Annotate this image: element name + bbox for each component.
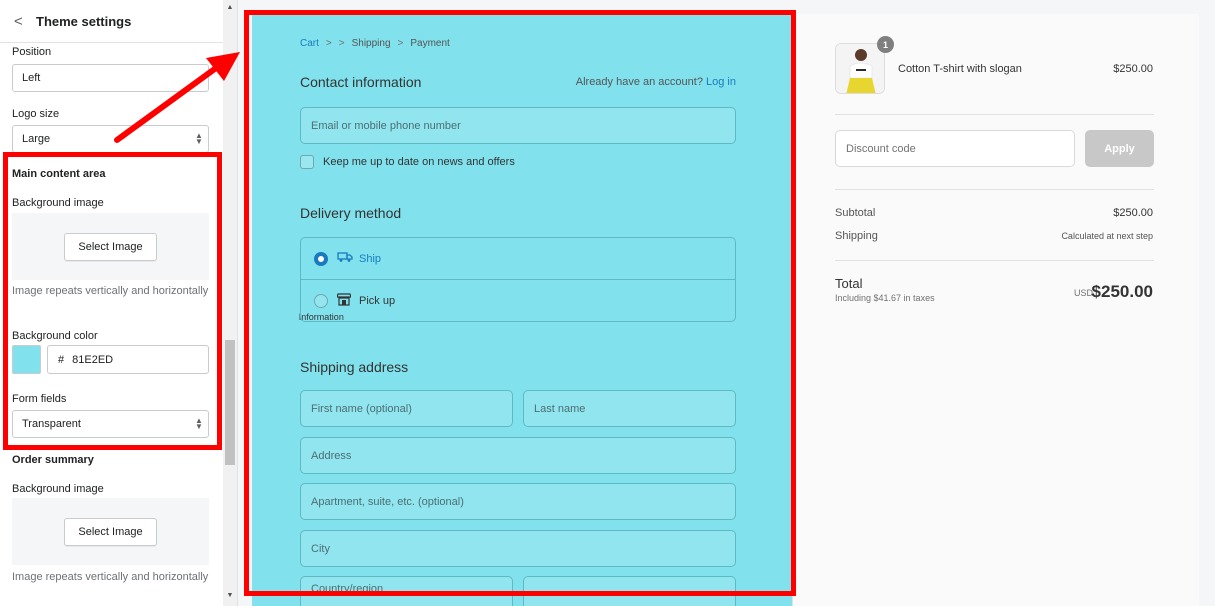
- logo-size-value: Large: [22, 133, 51, 145]
- truck-icon: [337, 251, 353, 266]
- theme-settings-sidebar: < Theme settings Position Left Logo size…: [0, 0, 238, 606]
- delivery-option-ship[interactable]: Ship: [301, 238, 735, 280]
- logo-size-label: Logo size: [12, 108, 60, 120]
- delivery-options: Ship Pick up: [300, 237, 736, 322]
- apartment-field[interactable]: Apartment, suite, etc. (optional): [300, 483, 736, 520]
- breadcrumb: Cart > Information > Shipping > Payment: [299, 38, 450, 322]
- pickup-label: Pick up: [359, 295, 396, 307]
- total-value: $250.00: [1091, 282, 1153, 301]
- sidebar-scroll-thumb[interactable]: [225, 340, 235, 465]
- city-placeholder: City: [311, 542, 330, 555]
- summary-select-image-button[interactable]: Select Image: [64, 517, 157, 546]
- summary-bg-image-label: Background image: [12, 483, 104, 495]
- first-name-field[interactable]: First name (optional): [300, 390, 513, 427]
- discount-code-input[interactable]: Discount code: [835, 130, 1075, 167]
- first-name-placeholder: First name (optional): [311, 402, 412, 415]
- login-prompt: Already have an account? Log in: [576, 76, 736, 88]
- apartment-placeholder: Apartment, suite, etc. (optional): [311, 495, 464, 508]
- main-bg-image-help: Image repeats vertically and horizontall…: [12, 285, 209, 297]
- summary-divider: [835, 260, 1154, 261]
- back-arrow-icon[interactable]: <: [14, 13, 36, 30]
- quantity-badge: 1: [877, 36, 894, 53]
- position-label: Position: [12, 46, 52, 58]
- main-bg-image-picker: Select Image: [12, 213, 209, 280]
- select-arrows-icon: ▲ ▼: [195, 416, 203, 431]
- total-label: Total: [835, 276, 863, 291]
- address-field[interactable]: Address: [300, 437, 736, 474]
- order-summary: 1 Cotton T-shirt with slogan $250.00 Dis…: [792, 14, 1199, 606]
- pickup-radio[interactable]: [314, 294, 328, 308]
- scroll-down-icon[interactable]: ▼: [223, 592, 237, 599]
- summary-divider: [835, 189, 1154, 190]
- currency-code: USD: [1073, 288, 1093, 298]
- login-prompt-text: Already have an account?: [575, 76, 703, 88]
- bg-color-label: Background color: [12, 330, 98, 342]
- product-thumbnail: [835, 43, 885, 94]
- form-fields-value: Transparent: [22, 418, 81, 430]
- breadcrumb-payment: Payment: [410, 38, 450, 49]
- delivery-method-title: Delivery method: [300, 205, 402, 221]
- summary-divider: [835, 114, 1154, 115]
- sidebar-scrollbar[interactable]: ▲ ▼: [223, 0, 237, 606]
- apply-button[interactable]: Apply: [1085, 130, 1154, 167]
- subtotal-label: Subtotal: [835, 207, 876, 219]
- select-arrows-icon: ▲ ▼: [195, 131, 203, 146]
- bg-color-swatch[interactable]: [12, 345, 41, 374]
- email-field[interactable]: Email or mobile phone number: [300, 107, 736, 144]
- discount-placeholder: Discount code: [846, 142, 916, 155]
- hex-hash: #: [58, 353, 65, 366]
- form-fields-select[interactable]: Transparent ▲ ▼: [12, 410, 209, 438]
- product-name: Cotton T-shirt with slogan: [898, 63, 1022, 75]
- last-name-field[interactable]: Last name: [523, 390, 736, 427]
- chevron-right-icon: >: [397, 38, 404, 49]
- login-link[interactable]: Log in: [706, 76, 736, 88]
- main-content-area: Cart > Information > Shipping > Payment …: [252, 14, 792, 606]
- scroll-up-icon[interactable]: ▲: [223, 4, 237, 11]
- product-price: $250.00: [1113, 63, 1153, 75]
- state-field[interactable]: [523, 576, 736, 606]
- newsletter-checkbox[interactable]: [300, 155, 314, 169]
- chevron-right-icon: >: [325, 38, 332, 49]
- form-fields-label: Form fields: [12, 393, 67, 405]
- position-value: Left: [22, 72, 41, 84]
- main-bg-image-label: Background image: [12, 197, 104, 209]
- shipping-label: Shipping: [835, 230, 878, 242]
- hex-value: 81E2ED: [72, 353, 114, 366]
- summary-bg-image-help: Image repeats vertically and horizontall…: [12, 571, 209, 583]
- newsletter-label: Keep me up to date on news and offers: [323, 156, 515, 168]
- address-placeholder: Address: [311, 449, 352, 462]
- delivery-option-pickup[interactable]: Pick up: [301, 280, 735, 322]
- checkout-page: Cart > Information > Shipping > Payment …: [252, 14, 1199, 606]
- store-icon: [336, 293, 353, 309]
- newsletter-option[interactable]: Keep me up to date on news and offers: [300, 155, 515, 169]
- chevron-right-icon: >: [338, 38, 345, 49]
- logo-size-select[interactable]: Large ▲ ▼: [12, 125, 209, 153]
- summary-bg-image-picker: Select Image: [12, 498, 209, 565]
- contact-info-title: Contact information: [300, 74, 422, 90]
- email-placeholder: Email or mobile phone number: [311, 119, 461, 132]
- ship-label: Ship: [359, 252, 382, 265]
- country-placeholder: Country/region: [311, 583, 384, 595]
- last-name-placeholder: Last name: [534, 402, 586, 415]
- bg-color-hex-input[interactable]: # 81E2ED: [47, 345, 209, 374]
- breadcrumb-cart[interactable]: Cart: [300, 38, 319, 49]
- city-field[interactable]: City: [300, 530, 736, 567]
- position-select[interactable]: Left: [12, 64, 209, 92]
- order-summary-heading: Order summary: [12, 454, 94, 466]
- sidebar-header: < Theme settings: [0, 0, 237, 43]
- country-select[interactable]: Country/region: [300, 576, 513, 606]
- ship-radio[interactable]: [314, 251, 328, 266]
- checkout-preview: Cart > Information > Shipping > Payment …: [238, 0, 1215, 606]
- shipping-address-title: Shipping address: [300, 359, 409, 375]
- shipping-value: Calculated at next step: [1061, 231, 1153, 241]
- breadcrumb-shipping: Shipping: [351, 38, 391, 49]
- sidebar-title: Theme settings: [36, 13, 132, 29]
- tax-note: Including $41.67 in taxes: [835, 293, 935, 303]
- subtotal-value: $250.00: [1113, 207, 1153, 219]
- main-content-heading: Main content area: [12, 168, 106, 180]
- main-select-image-button[interactable]: Select Image: [64, 232, 157, 261]
